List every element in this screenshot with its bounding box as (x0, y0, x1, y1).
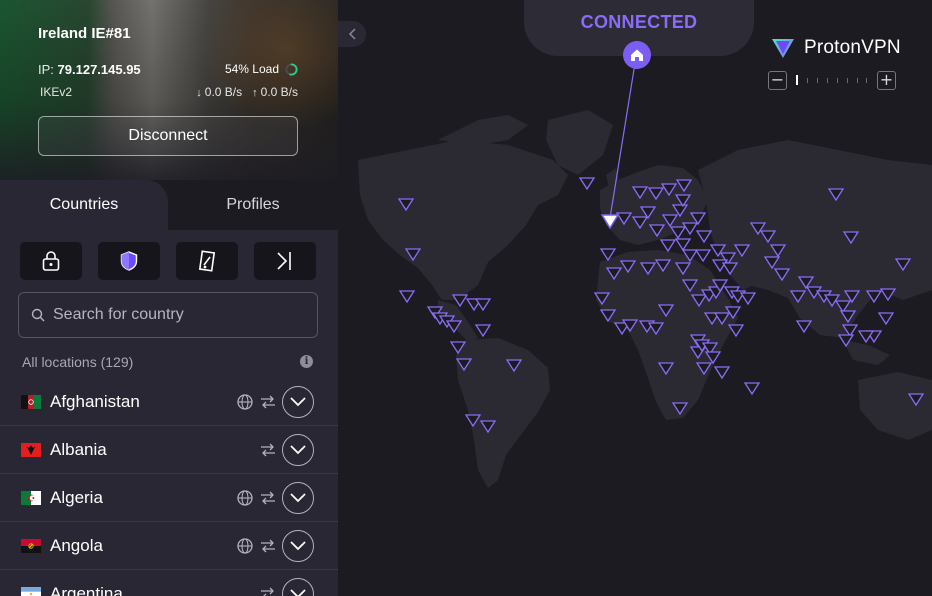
country-name: Argentina (50, 583, 123, 596)
p2p-tag-icon (198, 250, 216, 272)
upload-speed: ↑ 0.0 B/s (252, 85, 298, 99)
server-name: Ireland IE#81 (38, 25, 131, 42)
server-marker[interactable] (451, 294, 469, 308)
continents (358, 110, 932, 488)
server-marker[interactable] (713, 366, 731, 380)
chevron-down-icon (290, 493, 306, 503)
search-icon (31, 308, 45, 322)
quick-filters (20, 242, 316, 280)
speed-stats: ↓ 0.0 B/s ↑ 0.0 B/s (196, 85, 298, 99)
tor-filter-button[interactable] (254, 242, 316, 280)
collapse-sidebar-button[interactable] (338, 21, 366, 47)
sidebar: Ireland IE#81 IP: 79.127.145.95 54% Load… (0, 0, 338, 596)
server-marker[interactable] (695, 230, 713, 244)
server-marker[interactable] (694, 249, 712, 263)
protonvpn-logo-icon (772, 39, 794, 58)
expand-button[interactable] (282, 578, 314, 596)
arrow-up-icon: ↑ (252, 87, 258, 99)
server-load: 54% Load (225, 62, 298, 76)
flag-algeria-icon (21, 491, 41, 505)
upload-value: 0.0 B/s (260, 85, 298, 99)
p2p-icon (261, 443, 275, 457)
country-row-afghanistan[interactable]: Afghanistan (0, 378, 338, 426)
expand-button[interactable] (282, 530, 314, 562)
flag-albania-icon (21, 443, 41, 457)
server-marker[interactable] (474, 324, 492, 338)
expand-button[interactable] (282, 386, 314, 418)
zoom-control: − + (768, 71, 898, 91)
server-marker[interactable] (739, 292, 757, 306)
search-box[interactable] (18, 292, 318, 338)
load-ring-icon (285, 62, 298, 76)
load-label: 54% Load (224, 62, 279, 76)
server-marker[interactable] (674, 238, 692, 252)
p2p-icon (261, 539, 275, 553)
chevron-left-icon (348, 28, 356, 40)
p2p-icon (261, 491, 275, 505)
country-name: Albania (50, 439, 107, 459)
disconnect-button[interactable]: Disconnect (38, 116, 298, 156)
connection-status: CONNECTED (580, 12, 698, 32)
tab-profiles[interactable]: Profiles (168, 180, 338, 230)
protocol-label: IKEv2 (40, 85, 73, 99)
country-row-algeria[interactable]: Algeria (0, 474, 338, 522)
info-icon[interactable]: i (300, 355, 313, 368)
expand-button[interactable] (282, 434, 314, 466)
country-row-albania[interactable]: Albania (0, 426, 338, 474)
home-pin[interactable] (622, 40, 652, 70)
ip-address: IP: 79.127.145.95 (38, 62, 141, 77)
flag-afghanistan-icon (21, 395, 41, 409)
country-name: Algeria (50, 487, 103, 507)
chevron-down-icon (290, 589, 306, 596)
tab-countries[interactable]: Countries (0, 180, 168, 230)
flag-argentina-icon (21, 587, 41, 596)
tab-bar: Countries Profiles (0, 180, 338, 230)
all-locations-label: All locations (129) (22, 354, 134, 370)
download-value: 0.0 B/s (204, 85, 243, 99)
globe-icon (237, 538, 253, 554)
country-name: Angola (50, 535, 103, 555)
lock-icon (42, 251, 60, 271)
server-marker[interactable] (578, 177, 596, 191)
netshield-filter-button[interactable] (98, 242, 160, 280)
country-list: Afghanistan Albania Algeria Angola Argen… (0, 378, 338, 596)
server-marker[interactable] (743, 382, 761, 396)
logo-text: ProtonVPN (804, 37, 901, 58)
server-marker[interactable] (659, 239, 677, 253)
ip-label: IP: (38, 62, 54, 77)
ip-value: 79.127.145.95 (57, 62, 141, 77)
protonvpn-logo: ProtonVPN (770, 36, 901, 60)
streaming-filter-button[interactable] (176, 242, 238, 280)
download-speed: ↓ 0.0 B/s (196, 85, 242, 99)
server-marker[interactable] (398, 290, 416, 304)
tor-exit-icon (277, 252, 291, 270)
expand-button[interactable] (282, 482, 314, 514)
p2p-icon (261, 587, 274, 596)
connection-header: Ireland IE#81 IP: 79.127.145.95 54% Load… (0, 0, 338, 182)
server-marker[interactable] (727, 324, 745, 338)
p2p-icon (261, 395, 275, 409)
chevron-down-icon (290, 541, 306, 551)
country-name: Afghanistan (50, 391, 140, 411)
secure-core-filter-button[interactable] (20, 242, 82, 280)
country-row-angola[interactable]: Angola (0, 522, 338, 570)
zoom-out-button[interactable]: − (768, 71, 787, 90)
globe-icon (237, 490, 253, 506)
search-input[interactable] (53, 306, 303, 324)
server-marker[interactable] (795, 320, 813, 334)
country-row-argentina[interactable]: Argentina (0, 570, 338, 596)
zoom-in-button[interactable]: + (877, 71, 896, 90)
globe-icon (237, 394, 253, 410)
shield-icon (120, 251, 138, 271)
arrow-down-icon: ↓ (196, 87, 202, 99)
chevron-down-icon (290, 445, 306, 455)
zoom-slider[interactable] (796, 75, 868, 85)
flag-angola-icon (21, 539, 41, 553)
world-map-area[interactable]: CONNECTED ProtonVPN − + (338, 0, 932, 596)
server-marker[interactable] (877, 312, 895, 326)
chevron-down-icon (290, 397, 306, 407)
